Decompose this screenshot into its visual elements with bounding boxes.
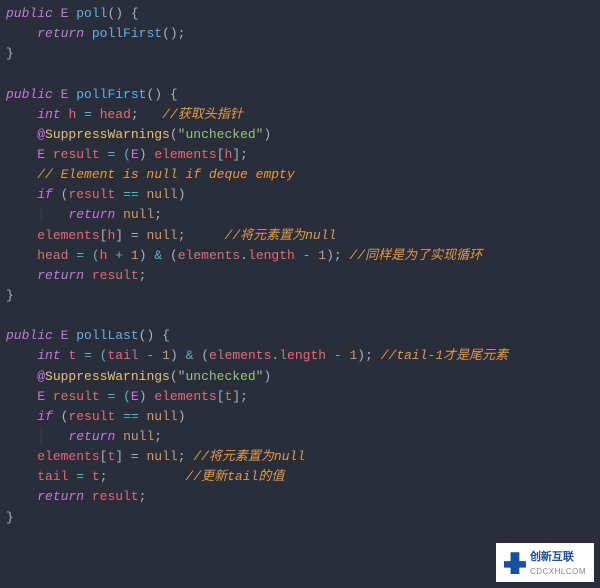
annotation-suppress: SuppressWarnings xyxy=(45,127,170,142)
fn-pollFirst: pollFirst xyxy=(76,87,146,102)
watermark: 创新互联 CDCXHLCOM xyxy=(496,543,594,582)
fn-poll: poll xyxy=(76,6,107,21)
keyword-public: public xyxy=(6,328,53,343)
watermark-sub: CDCXHLCOM xyxy=(530,566,586,578)
comment-loop: //同样是为了实现循环 xyxy=(350,248,483,263)
watermark-title: 创新互联 xyxy=(530,551,574,563)
comment-element-null: // Element is null if deque empty xyxy=(37,167,294,182)
keyword-if: if xyxy=(37,187,53,202)
comment-set-null: //将元素置为null xyxy=(225,228,337,243)
watermark-logo-icon xyxy=(504,552,526,574)
code-block: public E poll() { return pollFirst(); } … xyxy=(0,0,600,532)
fn-pollFirst-call: pollFirst xyxy=(92,26,162,41)
keyword-int: int xyxy=(37,107,60,122)
comment-update-tail: //更新tail的值 xyxy=(186,469,285,484)
comment-set-null-2: //将元素置为null xyxy=(193,449,305,464)
comment-head-ptr: //获取头指针 xyxy=(162,107,243,122)
keyword-public: public xyxy=(6,87,53,102)
keyword-return: return xyxy=(37,26,84,41)
type-e: E xyxy=(61,6,69,21)
keyword-public: public xyxy=(6,6,53,21)
comment-tail-minus1: //tail-1才是尾元素 xyxy=(381,348,508,363)
fn-pollLast: pollLast xyxy=(76,328,138,343)
